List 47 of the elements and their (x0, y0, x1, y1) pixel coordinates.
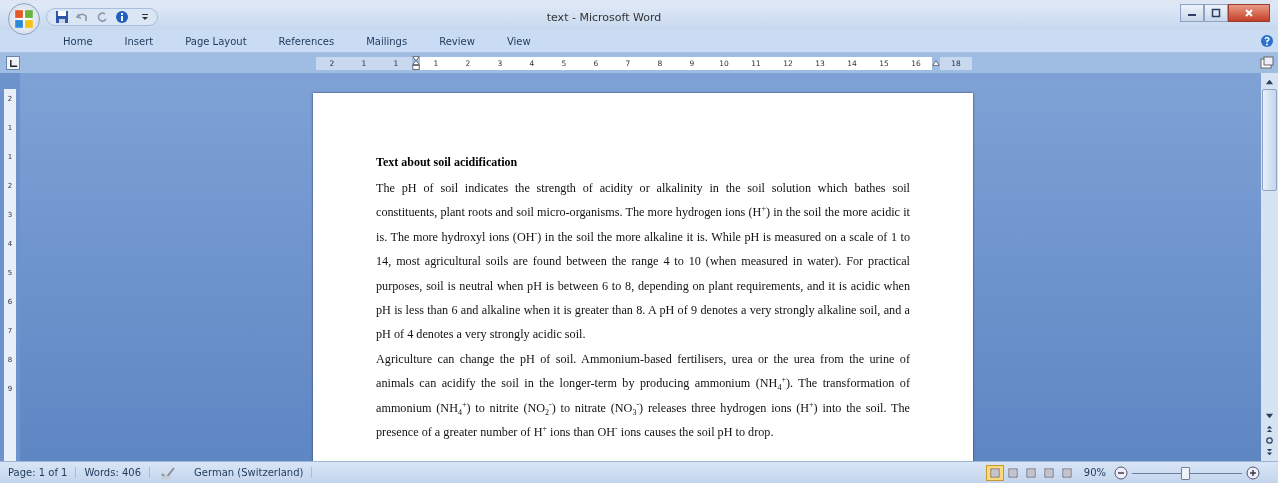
tab-selector[interactable] (6, 56, 20, 70)
close-icon (1244, 8, 1254, 18)
ribbon-tab[interactable]: Review (438, 32, 476, 50)
page-icon (1024, 466, 1037, 479)
right-indent-marker[interactable] (932, 59, 940, 67)
document-heading: Text about soil acidification (376, 155, 519, 170)
proofing-icon[interactable] (160, 465, 177, 480)
help-icon[interactable] (1260, 34, 1274, 48)
customize-icon[interactable] (141, 12, 149, 22)
page-count[interactable]: Page: 1 of 1 (0, 467, 77, 478)
paragraph: The pH of soil indicates the strength of acidity or alkalinity in the soil solution which bathes soil constituents, plant roots and soil micro-organisms. The more hydrogen ions (H$^{+}$) in the soil the more acidic it is. The more hydroxyl ions (OH$^{-}$) in the soil the more alkaline it is. While pH is measured on a scale of 1 to 14, most agricultural soils are found between the range 4 to 10 (when measured in water). For practical purposes, soil is neutral when pH is between 6 to 8, depending on plant requirements, and it is acidic when pH is less than 6 and alkaline when it is greater than 8. A pH of 9 denotes a very strongly alkaline soil, and a pH of 4 denotes a very strongly acidic soil. (376, 180, 910, 344)
zoom-level[interactable]: 90% (1083, 467, 1106, 478)
scroll-up-icon[interactable] (1265, 77, 1274, 86)
page-icon (1060, 466, 1073, 479)
info-icon[interactable] (115, 10, 129, 24)
page-icon (988, 466, 1001, 479)
indent-marker[interactable] (412, 55, 420, 71)
ribbon-tab[interactable]: Insert (123, 32, 155, 50)
minimize-button[interactable] (1180, 4, 1204, 22)
maximize-icon (1211, 8, 1221, 18)
tab-stop-icon (8, 58, 18, 68)
word-count[interactable]: Words: 406 (76, 467, 151, 478)
next-page-icon[interactable] (1265, 448, 1274, 457)
language-status[interactable]: German (Switzerland) (186, 467, 313, 478)
zoom-out-icon[interactable] (1114, 465, 1128, 480)
scroll-down-icon[interactable] (1265, 412, 1274, 421)
ribbon-tab[interactable]: Mailings (365, 32, 409, 50)
maximize-button[interactable] (1204, 4, 1228, 22)
close-button[interactable] (1228, 4, 1270, 22)
ribbon-tab[interactable]: References (277, 32, 336, 50)
paragraph: Agriculture can change the pH of soil. Ammonium-based fertilisers, urea or the urea from the urine of animals can acidify the soil in the longer-term by producing ammonium (NH$_{4}$$^{+}$). The transformation of ammonium (NH$_{4}$$^{+}$) to nitrite (NO$_{2}$$^{-}$) to nitrate (NO$_{3}$$^{-}$) releases three hydrogen ions (H$^{+}$) into the soil. The presence of a greater number of H$^{+}$ ions than OH$^{-}$ ions causes the soil pH to drop. (376, 350, 910, 442)
zoom-slider[interactable] (1132, 465, 1242, 480)
ribbon-tab[interactable]: View (505, 32, 532, 50)
zoom-in-icon[interactable] (1246, 465, 1260, 480)
office-logo (13, 8, 35, 30)
ribbon-tab[interactable]: Home (62, 32, 94, 50)
ribbon-tab[interactable]: Page Layout (184, 32, 248, 50)
page-icon (1006, 466, 1019, 479)
save-icon[interactable] (55, 10, 69, 24)
browse-object-icon[interactable] (1265, 436, 1274, 445)
vertical-scrollbar[interactable] (1261, 73, 1278, 461)
window-title: text - Microsoft Word (545, 10, 663, 24)
view-ruler-icon[interactable] (1260, 56, 1274, 70)
scroll-thumb[interactable] (1262, 89, 1277, 191)
page-icon (1042, 466, 1055, 479)
previous-page-icon[interactable] (1265, 424, 1274, 433)
office-button[interactable] (8, 3, 40, 35)
